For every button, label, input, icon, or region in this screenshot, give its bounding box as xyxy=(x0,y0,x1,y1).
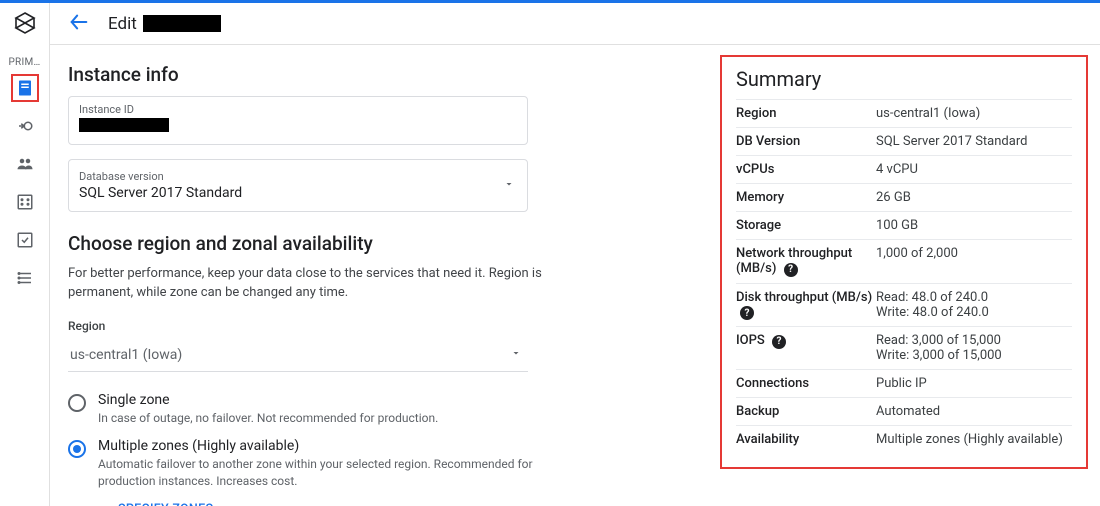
region-help-text: For better performance, keep your data c… xyxy=(68,265,548,303)
chevron-down-icon xyxy=(510,347,522,363)
content-row: Instance info Instance ID Database versi… xyxy=(50,45,1100,506)
instance-id-value xyxy=(79,116,517,136)
summary-value: Multiple zones (Highly available) xyxy=(876,432,1063,447)
chevron-down-icon xyxy=(503,178,515,194)
summary-row-disk-throughput: Disk throughput (MB/s) ? Read: 48.0 of 2… xyxy=(736,283,1072,327)
redacted-instance-id xyxy=(79,118,169,132)
radio-single-zone[interactable]: Single zone In case of outage, no failov… xyxy=(68,392,692,427)
summary-label: DB Version xyxy=(736,134,876,149)
multi-zone-title: Multiple zones (Highly available) xyxy=(98,438,538,454)
summary-row-region: Region us-central1 (Iowa) xyxy=(736,99,1072,127)
specify-zones-toggle[interactable]: SPECIFY ZONES xyxy=(98,502,692,506)
page-header: Edit xyxy=(50,3,1100,45)
region-heading: Choose region and zonal availability xyxy=(68,232,692,255)
form-column: Instance info Instance ID Database versi… xyxy=(50,45,720,506)
database-version-select[interactable]: Database version SQL Server 2017 Standar… xyxy=(68,159,528,212)
summary-label: Memory xyxy=(736,190,876,205)
page-title: Edit xyxy=(108,14,137,34)
db-version-label: Database version xyxy=(79,170,242,183)
summary-value: Read: 48.0 of 240.0 Write: 48.0 of 240.0 xyxy=(876,290,989,321)
summary-value: Read: 3,000 of 15,000 Write: 3,000 of 15… xyxy=(876,333,1002,363)
summary-label: Backup xyxy=(736,404,876,419)
summary-value: 1,000 of 2,000 xyxy=(876,246,958,277)
summary-row-vcpus: vCPUs 4 vCPU xyxy=(736,155,1072,183)
summary-label: Availability xyxy=(736,432,876,447)
instance-id-field: Instance ID xyxy=(68,96,528,145)
single-zone-sub: In case of outage, no failover. Not reco… xyxy=(98,410,438,427)
summary-heading: Summary xyxy=(736,67,1072,91)
summary-value: us-central1 (Iowa) xyxy=(876,106,980,121)
radio-icon xyxy=(68,394,86,412)
summary-value: 4 vCPU xyxy=(876,162,918,177)
back-arrow-icon[interactable] xyxy=(68,11,90,37)
summary-row-memory: Memory 26 GB xyxy=(736,183,1072,211)
rail-group-label: PRIM… xyxy=(8,57,40,68)
rail-item-backups[interactable] xyxy=(11,226,39,254)
summary-row-backup: Backup Automated xyxy=(736,397,1072,425)
main-area: Edit Instance info Instance ID Database … xyxy=(50,3,1100,506)
summary-row-net-throughput: Network throughput (MB/s) ? 1,000 of 2,0… xyxy=(736,239,1072,283)
instance-id-label: Instance ID xyxy=(79,103,517,116)
summary-panel: Summary Region us-central1 (Iowa) DB Ver… xyxy=(720,55,1088,469)
help-icon[interactable]: ? xyxy=(740,306,754,320)
region-field-label: Region xyxy=(68,319,692,333)
instance-info-heading: Instance info xyxy=(68,63,692,86)
summary-label: Storage xyxy=(736,218,876,233)
radio-multiple-zones[interactable]: Multiple zones (Highly available) Automa… xyxy=(68,438,692,490)
summary-value: 26 GB xyxy=(876,190,911,205)
summary-row-iops: IOPS ? Read: 3,000 of 15,000 Write: 3,00… xyxy=(736,326,1072,369)
summary-row-db-version: DB Version SQL Server 2017 Standard xyxy=(736,127,1072,155)
help-icon[interactable]: ? xyxy=(784,263,798,277)
multi-zone-sub: Automatic failover to another zone withi… xyxy=(98,456,538,490)
summary-row-availability: Availability Multiple zones (Highly avai… xyxy=(736,425,1072,453)
summary-row-connections: Connections Public IP xyxy=(736,369,1072,397)
summary-label: vCPUs xyxy=(736,162,876,177)
summary-label: Connections xyxy=(736,376,876,391)
summary-value: Public IP xyxy=(876,376,927,391)
rail-item-connections[interactable] xyxy=(11,112,39,140)
page-root: PRIM… Edit Ins xyxy=(0,0,1100,506)
redacted-instance-name xyxy=(143,15,221,32)
single-zone-title: Single zone xyxy=(98,392,438,408)
rail-item-users[interactable] xyxy=(11,150,39,178)
nav-rail: PRIM… xyxy=(0,3,50,506)
db-version-value: SQL Server 2017 Standard xyxy=(79,183,242,201)
help-icon[interactable]: ? xyxy=(772,335,786,349)
rail-item-operations[interactable] xyxy=(11,264,39,292)
rail-item-databases[interactable] xyxy=(11,188,39,216)
summary-value: Automated xyxy=(876,404,940,419)
summary-label: Disk throughput (MB/s) ? xyxy=(736,290,876,321)
summary-row-storage: Storage 100 GB xyxy=(736,211,1072,239)
summary-value: SQL Server 2017 Standard xyxy=(876,134,1027,149)
summary-column: Summary Region us-central1 (Iowa) DB Ver… xyxy=(720,45,1100,506)
radio-icon xyxy=(68,440,86,458)
product-logo xyxy=(13,11,37,39)
region-value: us-central1 (Iowa) xyxy=(70,347,182,363)
specify-zones-label: SPECIFY ZONES xyxy=(118,502,213,506)
summary-label: Region xyxy=(736,106,876,121)
region-select[interactable]: us-central1 (Iowa) xyxy=(68,339,528,372)
rail-item-overview[interactable] xyxy=(11,74,39,102)
summary-value: 100 GB xyxy=(876,218,918,233)
summary-label: IOPS ? xyxy=(736,333,876,363)
summary-label: Network throughput (MB/s) ? xyxy=(736,246,876,277)
